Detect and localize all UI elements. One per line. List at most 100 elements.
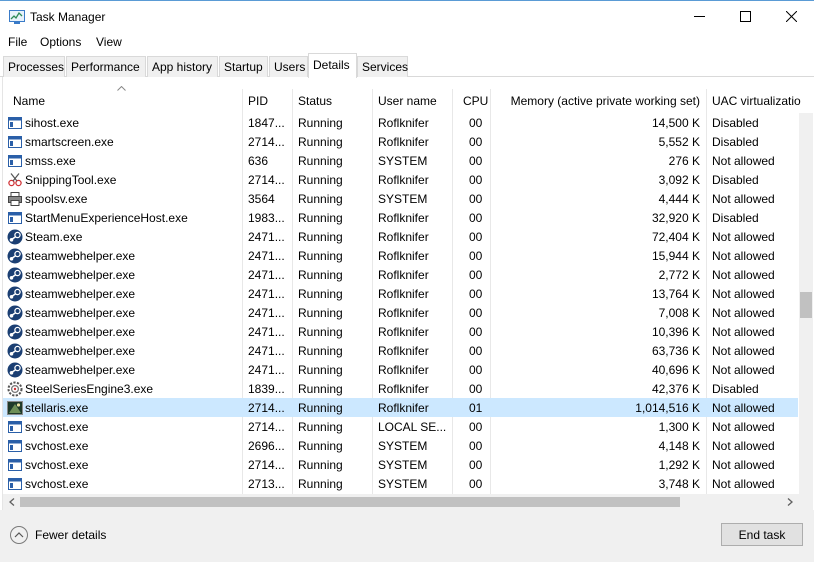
cell-user-name: Roflknifer bbox=[378, 363, 429, 377]
end-task-button[interactable]: End task bbox=[721, 523, 803, 546]
minimize-button[interactable] bbox=[676, 1, 722, 32]
cell-cpu: 00 bbox=[469, 173, 483, 187]
cell-memory: 42,376 K bbox=[651, 382, 700, 396]
cell-status: Running bbox=[298, 344, 343, 358]
printer-icon bbox=[8, 192, 22, 206]
cell-cpu: 00 bbox=[469, 287, 483, 301]
cell-uac: Not allowed bbox=[712, 230, 775, 244]
menu-view[interactable]: View bbox=[96, 35, 122, 49]
close-button[interactable] bbox=[768, 1, 814, 32]
scroll-left-button[interactable] bbox=[5, 495, 19, 509]
table-row[interactable]: SnippingTool.exe 2714... Running Roflknifer… bbox=[3, 170, 798, 189]
table-row[interactable]: steamwebhelper.exe 2471... Running Roflknif… bbox=[3, 303, 798, 322]
cell-pid: 2471... bbox=[248, 363, 285, 377]
tab-processes[interactable]: Processes bbox=[3, 56, 65, 77]
tab-startup[interactable]: Startup bbox=[219, 56, 268, 77]
table-row[interactable]: svchost.exe 2713... Running SYSTEM 00 3,748 K… bbox=[3, 474, 798, 493]
cell-cpu: 00 bbox=[469, 458, 483, 472]
cell-uac: Disabled bbox=[712, 382, 759, 396]
steam-icon bbox=[7, 229, 23, 245]
steam-icon bbox=[7, 324, 23, 340]
table-row[interactable]: steamwebhelper.exe 2471... Running Roflknif… bbox=[3, 322, 798, 341]
cell-memory: 4,148 K bbox=[658, 439, 700, 453]
column-cpu[interactable]: CPU bbox=[463, 94, 493, 108]
steam-icon bbox=[7, 286, 23, 302]
window-icon bbox=[8, 117, 22, 129]
table-row[interactable]: steamwebhelper.exe 2471... Running Roflknif… bbox=[3, 265, 798, 284]
cell-status: Running bbox=[298, 135, 343, 149]
table-row[interactable]: steamwebhelper.exe 2471... Running Roflknif… bbox=[3, 360, 798, 379]
cell-uac: Disabled bbox=[712, 211, 759, 225]
cell-user-name: Roflknifer bbox=[378, 325, 429, 339]
column-memory[interactable]: Memory (active private working set) bbox=[495, 94, 700, 108]
column-status[interactable]: Status bbox=[298, 94, 372, 108]
cell-status: Running bbox=[298, 306, 343, 320]
table-row[interactable]: Steam.exe 2471... Running Roflknifer 00 72,40… bbox=[3, 227, 798, 246]
cell-pid: 2696... bbox=[248, 439, 285, 453]
cell-user-name: Roflknifer bbox=[378, 382, 429, 396]
cell-status: Running bbox=[298, 458, 343, 472]
cell-status: Running bbox=[298, 382, 343, 396]
cell-status: Running bbox=[298, 420, 343, 434]
cell-pid: 2471... bbox=[248, 344, 285, 358]
table-row[interactable]: svchost.exe 2696... Running SYSTEM 00 4,148 K… bbox=[3, 436, 798, 455]
cell-status: Running bbox=[298, 249, 343, 263]
column-pid[interactable]: PID bbox=[248, 94, 292, 108]
cell-user-name: Roflknifer bbox=[378, 211, 429, 225]
cell-user-name: SYSTEM bbox=[378, 192, 428, 206]
cell-uac: Not allowed bbox=[712, 249, 775, 263]
tab-services[interactable]: Services bbox=[357, 56, 408, 77]
cell-pid: 2471... bbox=[248, 249, 285, 263]
cell-cpu: 00 bbox=[469, 268, 483, 282]
table-row[interactable]: smartscreen.exe 2714... Running Roflknifer 0… bbox=[3, 132, 798, 151]
table-row[interactable]: steamwebhelper.exe 2471... Running Roflknif… bbox=[3, 246, 798, 265]
window-icon bbox=[8, 155, 22, 167]
tab-performance[interactable]: Performance bbox=[66, 56, 146, 77]
cell-cpu: 00 bbox=[469, 306, 483, 320]
cell-name: SteelSeriesEngine3.exe bbox=[25, 382, 154, 396]
cell-cpu: 00 bbox=[469, 439, 483, 453]
cell-uac: Not allowed bbox=[712, 439, 775, 453]
horizontal-scroll-thumb[interactable] bbox=[20, 497, 680, 507]
cell-memory: 3,748 K bbox=[658, 477, 700, 491]
menu-file[interactable]: File bbox=[8, 35, 27, 49]
tab-details[interactable]: Details bbox=[308, 53, 357, 78]
table-row[interactable]: steamwebhelper.exe 2471... Running Roflknif… bbox=[3, 284, 798, 303]
cell-name: smartscreen.exe bbox=[25, 135, 114, 149]
tab-users[interactable]: Users bbox=[269, 56, 308, 77]
table-row[interactable]: svchost.exe 2714... Running LOCAL SE... 00 1,… bbox=[3, 417, 798, 436]
scroll-right-button[interactable] bbox=[783, 495, 797, 509]
cell-uac: Not allowed bbox=[712, 458, 775, 472]
table-row[interactable]: smss.exe 636 Running SYSTEM 00 276 K Not allow… bbox=[3, 151, 798, 170]
fewer-details-icon[interactable] bbox=[9, 525, 29, 545]
table-row[interactable]: StartMenuExperienceHost.exe 1983... Runnin… bbox=[3, 208, 798, 227]
table-row[interactable]: steamwebhelper.exe 2471... Running Roflknif… bbox=[3, 341, 798, 360]
game-icon bbox=[7, 401, 23, 415]
column-name[interactable]: Name bbox=[13, 94, 233, 108]
column-user-name[interactable]: User name bbox=[378, 94, 452, 108]
cell-memory: 1,292 K bbox=[658, 458, 700, 472]
table-row[interactable]: stellaris.exe 2714... Running Roflknifer 01 1… bbox=[3, 398, 798, 417]
cell-name: svchost.exe bbox=[25, 439, 89, 453]
table-row[interactable]: sihost.exe 1847... Running Roflknifer 00 14,5… bbox=[3, 113, 798, 132]
cell-pid: 2471... bbox=[248, 287, 285, 301]
fewer-details-link[interactable]: Fewer details bbox=[35, 528, 106, 542]
vertical-scroll-thumb[interactable] bbox=[800, 292, 812, 318]
cell-uac: Not allowed bbox=[712, 420, 775, 434]
tab-app-history[interactable]: App history bbox=[147, 56, 218, 77]
table-row[interactable]: spoolsv.exe 3564 Running SYSTEM 00 4,444 K Not… bbox=[3, 189, 798, 208]
table-row[interactable]: svchost.exe 2714... Running SYSTEM 00 1,292 K… bbox=[3, 455, 798, 474]
cell-user-name: Roflknifer bbox=[378, 401, 429, 415]
cell-name: stellaris.exe bbox=[25, 401, 89, 415]
cell-memory: 13,764 K bbox=[651, 287, 700, 301]
cell-uac: Disabled bbox=[712, 135, 759, 149]
column-uac-virtualization[interactable]: UAC virtualizatio bbox=[712, 94, 802, 108]
menu-options[interactable]: Options bbox=[40, 35, 81, 49]
table-row[interactable]: SteelSeriesEngine3.exe 1839... Running Rofl… bbox=[3, 379, 798, 398]
cell-uac: Not allowed bbox=[712, 344, 775, 358]
cell-pid: 2714... bbox=[248, 420, 285, 434]
cell-status: Running bbox=[298, 116, 343, 130]
maximize-button[interactable] bbox=[722, 1, 768, 32]
window-title: Task Manager bbox=[30, 10, 106, 24]
menu-bar: File Options View bbox=[0, 32, 814, 52]
